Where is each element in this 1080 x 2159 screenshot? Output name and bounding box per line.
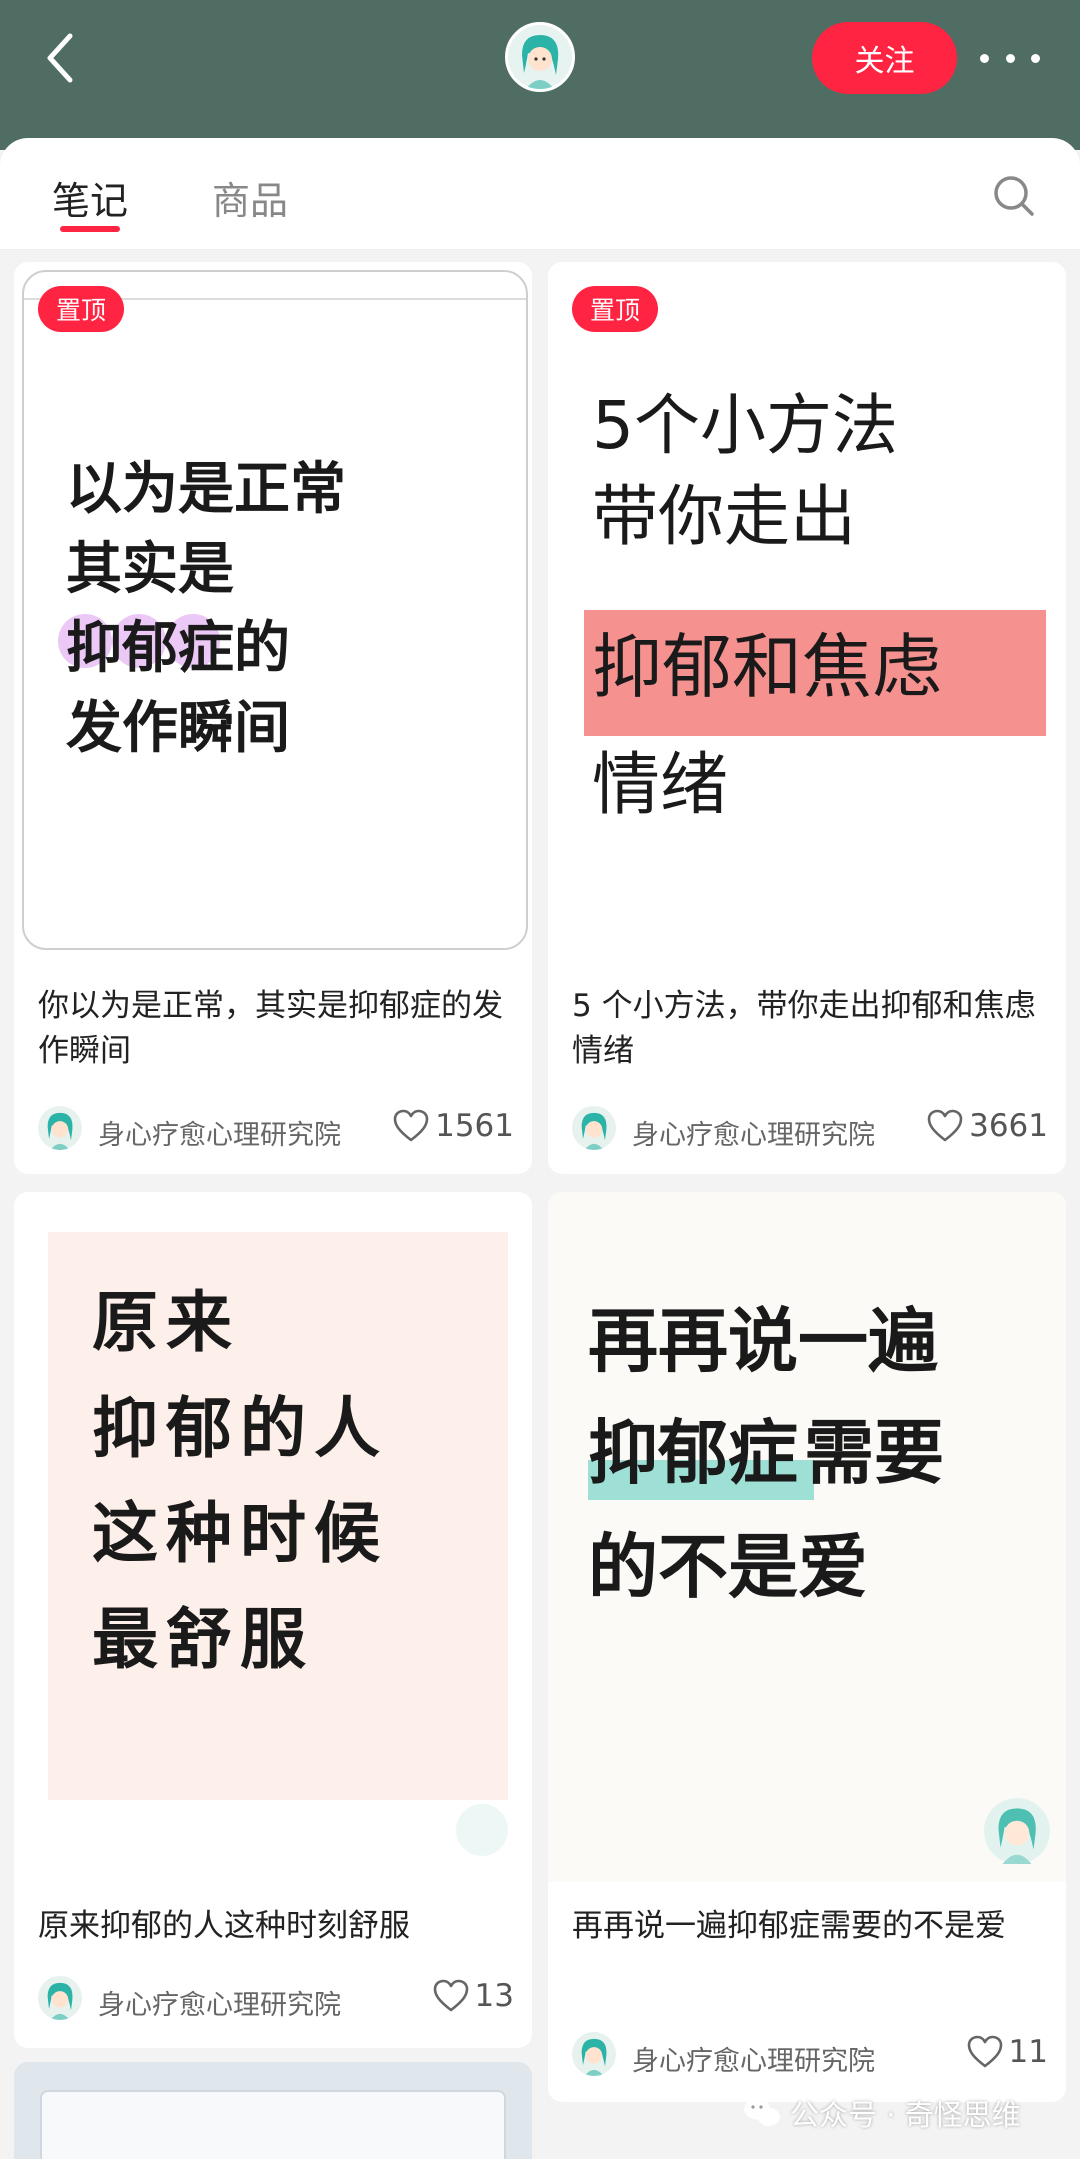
note-cover: 原来 抑郁的人 这种时候 最舒服 xyxy=(14,1192,532,1882)
like-button[interactable]: 13 xyxy=(433,1978,514,2014)
author-avatar[interactable] xyxy=(38,1106,82,1150)
watermark-text: 公众号 · 奇怪思维 xyxy=(790,2098,1021,2132)
like-count: 1561 xyxy=(435,1108,514,1144)
pinned-badge: 置顶 xyxy=(38,286,124,332)
cover-text: 原来 抑郁的人 这种时候 最舒服 xyxy=(92,1283,388,1678)
search-button[interactable] xyxy=(990,172,1038,220)
profile-header: 关注 xyxy=(0,0,1080,150)
back-button[interactable] xyxy=(38,28,88,88)
note-cover: 以为是正常 其实是 抑郁症的 发作瞬间 xyxy=(14,262,532,952)
note-meta: 身心疗愈心理研究院 3661 xyxy=(572,1104,1048,1152)
more-button[interactable] xyxy=(980,40,1040,76)
note-cover: 5个小方法 带你走出 抑郁和焦虑 情绪 xyxy=(548,262,1066,952)
author-name[interactable]: 身心疗愈心理研究院 xyxy=(98,1113,341,1152)
like-count: 11 xyxy=(1008,2034,1048,2070)
author-avatar[interactable] xyxy=(572,1106,616,1150)
cover-text: 5个小方法 带你走出 xyxy=(592,387,898,556)
tab-notes[interactable]: 笔记 xyxy=(52,170,128,225)
heart-icon xyxy=(433,1979,468,2012)
more-icon-dot xyxy=(1031,53,1040,63)
note-title: 原来抑郁的人这种时刻舒服 xyxy=(38,1908,410,1944)
cover-text-highlight: 抑郁症 xyxy=(588,1412,798,1494)
back-icon xyxy=(47,33,73,83)
heart-icon xyxy=(927,1109,963,1142)
note-cover xyxy=(40,2090,506,2159)
note-card[interactable]: 以为是正常 其实是 抑郁症的 发作瞬间 置顶 你以为是正常，其实是抑郁症的发作瞬… xyxy=(14,262,532,1174)
watermark: 公众号 · 奇怪思维 xyxy=(742,2088,1052,2138)
cover-text: 情绪 xyxy=(592,746,729,825)
tab-goods[interactable]: 商品 xyxy=(212,170,288,225)
note-card[interactable]: 再再说一遍 抑郁症 需要 的不是爱 再再说一遍抑郁症需要的不是爱 身心疗愈心理研… xyxy=(548,1192,1066,2102)
like-count: 13 xyxy=(474,1978,514,2014)
author-avatar[interactable] xyxy=(572,2032,616,2076)
note-title: 5 个小方法，带你走出抑郁和焦虑情绪 xyxy=(572,988,1036,1069)
tab-bar: 笔记 商品 xyxy=(0,138,1080,250)
search-icon xyxy=(994,176,1034,216)
follow-button[interactable]: 关注 xyxy=(812,22,957,94)
author-name[interactable]: 身心疗愈心理研究院 xyxy=(632,2039,875,2078)
note-title: 你以为是正常，其实是抑郁症的发作瞬间 xyxy=(38,988,503,1069)
like-button[interactable]: 1561 xyxy=(393,1108,514,1144)
more-icon xyxy=(980,53,989,63)
cover-text-highlight: 抑郁和焦虑 xyxy=(592,626,942,708)
cover-text: 需要 xyxy=(804,1412,944,1494)
more-icon-dot xyxy=(1005,53,1015,63)
heart-icon xyxy=(393,1109,429,1142)
note-meta: 身心疗愈心理研究院 13 xyxy=(38,1974,514,2022)
cover-text: 以为是正常 其实是 抑郁症的 发作瞬间 xyxy=(66,456,346,761)
note-meta: 身心疗愈心理研究院 1561 xyxy=(38,1104,514,1152)
like-count: 3661 xyxy=(969,1108,1048,1144)
note-card[interactable] xyxy=(14,2062,532,2159)
wechat-icon xyxy=(744,2098,780,2126)
note-meta: 身心疗愈心理研究院 11 xyxy=(572,2030,1048,2078)
cover-logo xyxy=(456,1804,508,1856)
active-tab-indicator xyxy=(60,226,120,232)
note-card[interactable]: 5个小方法 带你走出 抑郁和焦虑 情绪 置顶 5 个小方法，带你走出抑郁和焦虑情… xyxy=(548,262,1066,1174)
pinned-badge: 置顶 xyxy=(572,286,658,332)
note-card[interactable]: 原来 抑郁的人 这种时候 最舒服 原来抑郁的人这种时刻舒服 身心疗愈心理研究院 … xyxy=(14,1192,532,2048)
author-avatar[interactable] xyxy=(38,1976,82,2020)
cover-logo xyxy=(984,1798,1050,1864)
heart-icon xyxy=(967,2035,1002,2068)
author-name[interactable]: 身心疗愈心理研究院 xyxy=(632,1113,875,1152)
author-avatar[interactable] xyxy=(505,22,575,92)
note-title: 再再说一遍抑郁症需要的不是爱 xyxy=(572,1908,1006,1944)
note-cover: 再再说一遍 抑郁症 需要 的不是爱 xyxy=(548,1192,1066,1882)
cover-text: 的不是爱 xyxy=(588,1526,868,1608)
author-name[interactable]: 身心疗愈心理研究院 xyxy=(98,1983,341,2022)
cover-text: 再再说一遍 xyxy=(588,1300,938,1382)
like-button[interactable]: 11 xyxy=(967,2034,1048,2070)
like-button[interactable]: 3661 xyxy=(927,1108,1048,1144)
